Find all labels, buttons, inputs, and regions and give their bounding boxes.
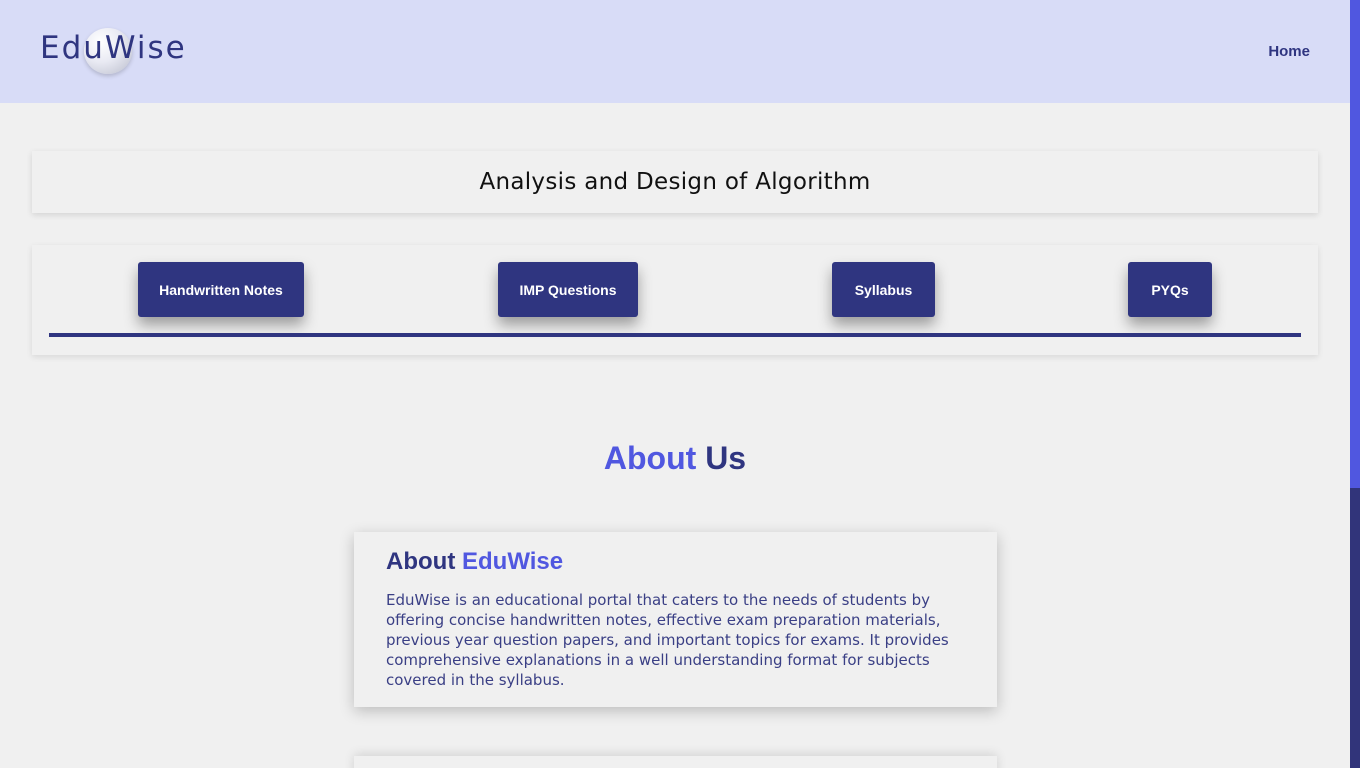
- about-heading-accent: About: [603, 440, 697, 476]
- tab-syllabus[interactable]: Syllabus: [832, 262, 935, 317]
- about-card-title-prefix: About: [386, 548, 456, 575]
- subject-title-card: Analysis and Design of Algorithm: [32, 151, 1318, 213]
- page-scrollbar[interactable]: [1350, 0, 1360, 768]
- about-card-title-brand: EduWise: [461, 548, 564, 575]
- tab-handwritten-notes[interactable]: Handwritten Notes: [138, 262, 304, 317]
- nav-home-link[interactable]: Home: [1268, 43, 1310, 60]
- tab-imp-questions[interactable]: IMP Questions: [498, 262, 638, 317]
- logo-text: EduWise: [40, 30, 187, 66]
- site-header: EduWise Home: [0, 0, 1350, 103]
- about-eduwise-card: About EduWise EduWise is an educational …: [354, 532, 997, 707]
- about-heading-rest: Us: [705, 440, 747, 476]
- scrollbar-thumb[interactable]: [1350, 488, 1360, 768]
- site-logo[interactable]: EduWise: [40, 30, 187, 66]
- tabs-underline: [49, 333, 1301, 337]
- about-card-title: About EduWise: [386, 548, 965, 576]
- resource-tabs: Handwritten Notes IMP Questions Syllabus…: [32, 245, 1318, 355]
- about-us-heading: About Us: [0, 440, 1350, 477]
- subject-title: Analysis and Design of Algorithm: [479, 169, 871, 195]
- next-card-partial: [354, 756, 997, 768]
- tab-pyqs[interactable]: PYQs: [1128, 262, 1212, 317]
- about-card-text: EduWise is an educational portal that ca…: [386, 591, 949, 689]
